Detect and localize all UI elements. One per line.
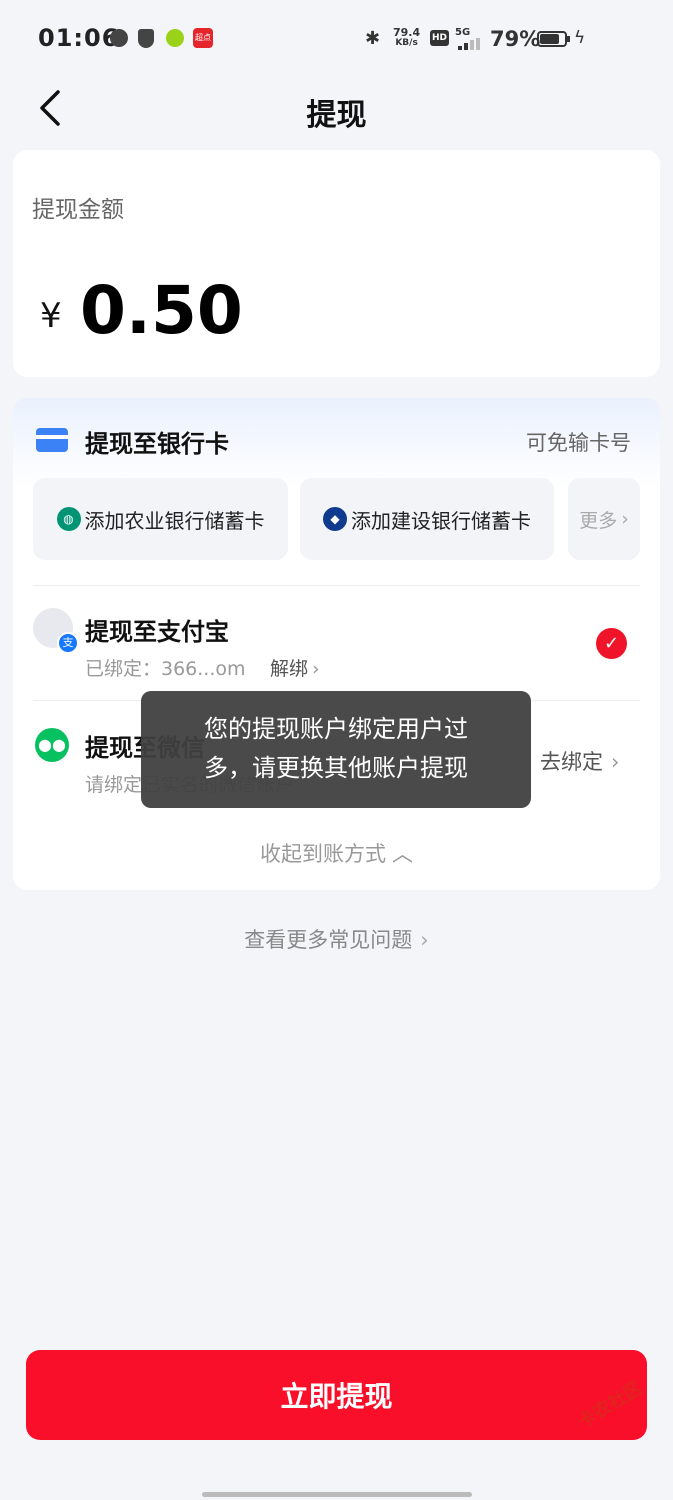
toast-line-1: 您的提现账户绑定用户过 [204, 715, 468, 743]
add-abc-card-label: 添加农业银行储蓄卡 [84, 508, 265, 533]
status-bar: 01:06 超点 ✱ 79.4 KB/s HD 5G 79% ϟ [0, 0, 673, 80]
faq-label: 查看更多常见问题 [244, 928, 413, 952]
battery-level [540, 34, 559, 44]
globe-icon [110, 29, 128, 47]
bluetooth-icon: ✱ [365, 28, 381, 49]
status-time: 01:06 [38, 24, 120, 52]
network-type: 5G [455, 27, 471, 38]
bank-section-title: 提现至银行卡 [85, 430, 229, 458]
faq-link[interactable]: 查看更多常见问题 › [0, 924, 673, 954]
wechat-icon: ●● [35, 728, 69, 762]
app-notification-icon [166, 29, 184, 47]
hd-icon: HD [430, 30, 449, 46]
chevron-up-icon: ︿ [392, 842, 413, 866]
shield-icon [138, 29, 154, 48]
toast-line-2: 多，请更换其他账户提现 [204, 754, 468, 782]
chevron-right-icon: › [420, 928, 429, 952]
add-ccb-card-label: 添加建设银行储蓄卡 [351, 508, 531, 533]
selected-check-icon[interactable]: ✓ [596, 628, 627, 659]
bind-wechat-label: 去绑定 [540, 750, 603, 774]
alipay-title: 提现至支付宝 [85, 618, 229, 646]
more-banks-label: 更多 [579, 509, 618, 532]
battery-percent: 79% [490, 27, 541, 51]
alipay-icon: 支 [57, 632, 79, 654]
withdraw-amount[interactable]: 0.50 [80, 272, 243, 349]
unbind-link[interactable]: 解绑 › [270, 654, 320, 681]
signal-icon [458, 38, 480, 50]
bank-card-icon [36, 428, 68, 452]
app-badge-icon: 超点 [193, 28, 213, 48]
alipay-bound-info: 已绑定：366...om [85, 658, 246, 680]
collapse-label: 收起到账方式 [260, 842, 386, 866]
chevron-right-icon: › [621, 508, 629, 530]
chevron-right-icon: › [312, 658, 320, 680]
battery-icon [537, 31, 567, 47]
collapse-methods-button[interactable]: 收起到账方式 ︿ [0, 838, 673, 868]
chevron-right-icon: › [611, 750, 620, 774]
network-speed: 79.4 KB/s [393, 27, 420, 49]
add-ccb-card-button[interactable]: ◆ 添加建设银行储蓄卡 [300, 478, 554, 560]
withdraw-now-button[interactable]: 立即提现 [26, 1350, 647, 1440]
abc-bank-logo-icon: ◍ [56, 507, 81, 531]
error-toast: 您的提现账户绑定用户过 多，请更换其他账户提现 [141, 691, 531, 808]
more-banks-button[interactable]: 更多 › [568, 478, 640, 560]
bind-wechat-link[interactable]: 去绑定 › [540, 746, 619, 776]
divider [33, 585, 640, 586]
currency-symbol: ¥ [40, 296, 62, 336]
ccb-bank-logo-icon: ◆ [323, 507, 347, 531]
amount-label: 提现金额 [32, 197, 124, 223]
battery-tip [567, 36, 570, 42]
home-indicator[interactable] [202, 1492, 472, 1497]
no-card-number-note: 可免输卡号 [526, 431, 631, 455]
charging-icon: ϟ [574, 28, 586, 48]
unbind-label: 解绑 [270, 658, 309, 680]
page-title: 提现 [306, 98, 367, 133]
network-speed-unit: KB/s [395, 38, 418, 48]
network-speed-value: 79.4 [393, 26, 421, 39]
add-abc-card-button[interactable]: ◍ 添加农业银行储蓄卡 [33, 478, 288, 560]
